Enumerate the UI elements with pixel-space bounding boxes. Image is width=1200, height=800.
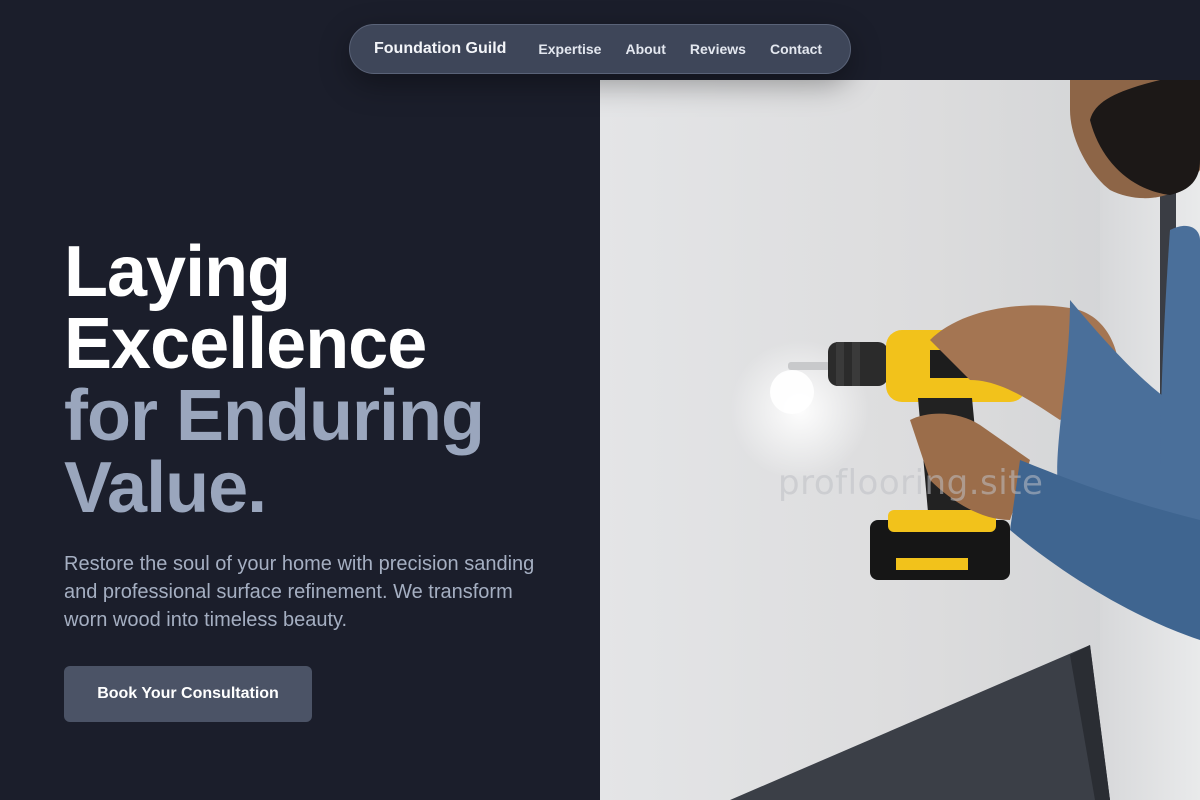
nav-link-expertise[interactable]: Expertise	[538, 41, 601, 57]
headline-line-4: Value.	[64, 448, 267, 528]
top-nav: Foundation Guild Expertise About Reviews…	[349, 24, 851, 74]
hero-headline: Laying Excellence for Enduring Value.	[64, 236, 584, 524]
nav-link-about[interactable]: About	[625, 41, 665, 57]
book-consultation-button[interactable]: Book Your Consultation	[64, 666, 312, 722]
nav-link-reviews[interactable]: Reviews	[690, 41, 746, 57]
drill-worker-illustration	[730, 80, 1200, 800]
hero-photo: proflooring.site	[600, 80, 1200, 800]
hero-subtitle: Restore the soul of your home with preci…	[64, 553, 535, 631]
headline-line-2: Excellence	[64, 304, 427, 384]
nav-links: Expertise About Reviews Contact	[538, 41, 822, 57]
headline-line-3: for Enduring	[64, 376, 485, 456]
nav-link-contact[interactable]: Contact	[770, 41, 822, 57]
brand-name[interactable]: Foundation Guild	[374, 40, 506, 58]
hero-section: Laying Excellence for Enduring Value.	[64, 236, 584, 524]
headline-line-1: Laying	[64, 232, 291, 312]
watermark-text: proflooring.site	[778, 463, 1044, 503]
page: Foundation Guild Expertise About Reviews…	[0, 0, 1200, 800]
